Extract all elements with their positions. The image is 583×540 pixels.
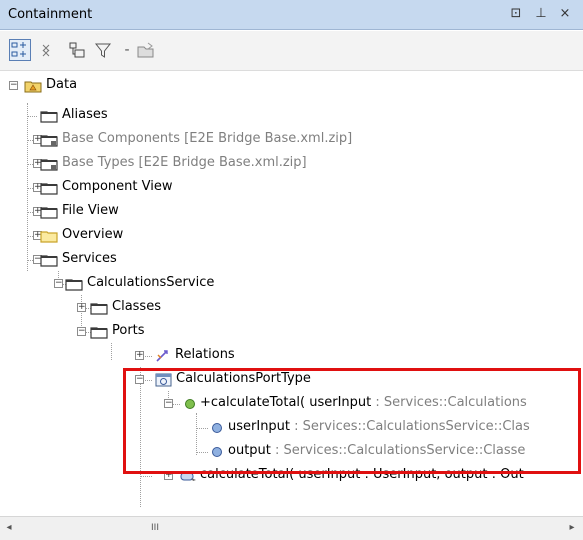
tree-node-label: CalculationsService bbox=[87, 275, 215, 290]
folder-readonly-icon bbox=[40, 156, 58, 171]
tree-node-ports[interactable]: − Ports bbox=[0, 319, 400, 343]
new-package-icon[interactable] bbox=[136, 40, 156, 60]
tree-node-classes[interactable]: + Classes bbox=[0, 295, 400, 319]
folder-icon bbox=[90, 324, 108, 339]
tree-node-file-view[interactable]: + File View bbox=[0, 199, 400, 223]
filter-dropdown-icon[interactable]: - bbox=[117, 40, 137, 60]
tree-node-label: Data bbox=[46, 77, 78, 92]
tree-node-label: File View bbox=[62, 203, 119, 218]
tree-node-label: Component View bbox=[62, 179, 173, 194]
expand-icon[interactable]: + bbox=[135, 351, 144, 360]
tree-node-label: Ports bbox=[112, 323, 145, 338]
folder-yellow-icon bbox=[40, 228, 58, 243]
panel-title: Containment bbox=[8, 7, 93, 22]
scroll-right-icon[interactable]: ▸ bbox=[566, 522, 578, 534]
folder-icon bbox=[40, 180, 58, 195]
tree-node-services[interactable]: − Services bbox=[0, 247, 400, 271]
package-folder-icon bbox=[24, 78, 42, 93]
folder-icon bbox=[65, 276, 83, 291]
scrollbar-thumb[interactable]: III bbox=[127, 523, 183, 535]
tree-node-label: Relations bbox=[175, 347, 235, 362]
tree-node-data[interactable]: − Data bbox=[0, 73, 300, 97]
tree-node-label: Services bbox=[62, 251, 117, 266]
tree-node-label: Overview bbox=[62, 227, 124, 242]
show-in-browser-icon[interactable] bbox=[67, 40, 87, 60]
tree-node-base-components[interactable]: + Base Components [E2E Bridge Base.xml.z… bbox=[0, 127, 520, 151]
scroll-left-icon[interactable]: ◂ bbox=[3, 522, 15, 534]
folder-icon bbox=[40, 108, 58, 123]
containment-tree[interactable]: − Data Aliases + Base Components [E2E Br… bbox=[0, 73, 583, 516]
tree-node-component-view[interactable]: + Component View bbox=[0, 175, 400, 199]
tree-node-label: Aliases bbox=[62, 107, 108, 122]
collapse-icon[interactable]: − bbox=[77, 327, 86, 336]
horizontal-scrollbar[interactable]: ◂ III ▸ bbox=[0, 516, 583, 540]
tree-node-label: Classes bbox=[112, 299, 161, 314]
pin-icon[interactable]: ⊥ bbox=[533, 6, 549, 22]
collapse-icon[interactable]: − bbox=[54, 279, 63, 288]
folder-readonly-icon bbox=[40, 132, 58, 147]
restore-icon[interactable]: ⊡ bbox=[508, 6, 524, 22]
relation-icon bbox=[154, 348, 172, 362]
tree-node-base-types[interactable]: + Base Types [E2E Bridge Base.xml.zip] bbox=[0, 151, 520, 175]
folder-icon bbox=[40, 252, 58, 267]
collapse-all-icon[interactable] bbox=[38, 40, 58, 60]
tree-node-overview[interactable]: + Overview bbox=[0, 223, 400, 247]
folder-icon bbox=[90, 300, 108, 315]
expand-all-icon[interactable] bbox=[9, 39, 31, 61]
tree-node-label: Base Components [E2E Bridge Base.xml.zip… bbox=[62, 131, 353, 146]
highlight-box bbox=[123, 368, 581, 474]
toolbar: - bbox=[0, 31, 583, 71]
expand-icon[interactable]: + bbox=[77, 303, 86, 312]
tree-node-aliases[interactable]: Aliases bbox=[0, 103, 400, 127]
tree-node-calculations-service[interactable]: − CalculationsService bbox=[0, 271, 400, 295]
tree-node-label: Base Types [E2E Bridge Base.xml.zip] bbox=[62, 155, 307, 170]
tree-node-relations[interactable]: + Relations bbox=[0, 343, 400, 367]
folder-icon bbox=[40, 204, 58, 219]
panel-title-bar: Containment ⊡ ⊥ × bbox=[0, 0, 583, 30]
collapse-icon[interactable]: − bbox=[9, 81, 18, 90]
filter-icon[interactable] bbox=[93, 40, 113, 60]
close-icon[interactable]: × bbox=[557, 6, 573, 22]
